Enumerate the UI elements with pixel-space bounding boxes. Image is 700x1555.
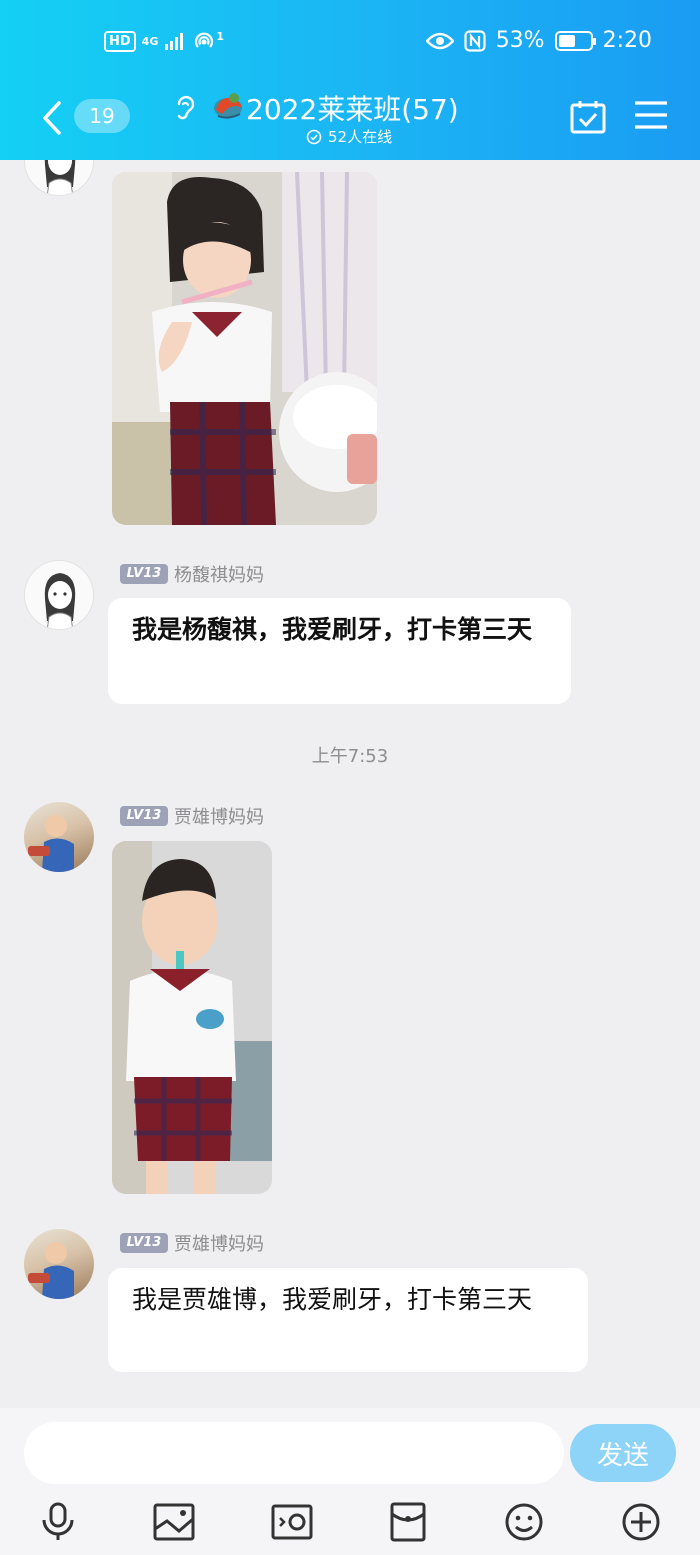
camera-button[interactable] bbox=[270, 1500, 314, 1544]
sender-name[interactable]: 贾雄博妈妈 bbox=[174, 803, 264, 829]
network-type: 4G bbox=[141, 34, 159, 48]
more-button[interactable] bbox=[619, 1500, 663, 1544]
red-packet-button[interactable] bbox=[386, 1500, 430, 1544]
level-badge: LV13 bbox=[120, 806, 168, 826]
microphone-icon bbox=[42, 1502, 74, 1540]
message-input[interactable] bbox=[24, 1422, 564, 1484]
ear-icon[interactable] bbox=[174, 94, 196, 122]
emoji-button[interactable] bbox=[502, 1500, 546, 1544]
online-count: 52人在线 bbox=[328, 128, 393, 146]
nfc-icon bbox=[464, 29, 486, 52]
group-avatar-icon bbox=[214, 93, 242, 119]
battery-level bbox=[558, 34, 575, 47]
sender-name[interactable]: 贾雄博妈妈 bbox=[174, 1230, 264, 1256]
clock: 2:20 bbox=[602, 28, 652, 53]
hotspot-count: 1 bbox=[216, 29, 225, 43]
group-title[interactable]: 2022莱莱班(57) bbox=[246, 88, 459, 128]
status-bar: HD 4G 1 53% 2:20 bbox=[0, 0, 700, 88]
photo-message[interactable] bbox=[112, 172, 377, 525]
calendar-check-icon[interactable] bbox=[570, 100, 606, 134]
status-right: 53% 2:20 bbox=[425, 28, 652, 53]
sender-name[interactable]: 杨馥祺妈妈 bbox=[174, 561, 264, 587]
boy-avatar-icon bbox=[28, 1242, 74, 1299]
menu-icon[interactable] bbox=[634, 100, 668, 130]
eye-icon bbox=[425, 32, 454, 49]
hotspot-icon bbox=[195, 32, 214, 48]
nav-bar: 19 2022莱莱班(57) 52人在线 bbox=[0, 88, 700, 160]
hd-indicator: HD bbox=[104, 30, 136, 52]
chevron-left-icon bbox=[43, 101, 61, 135]
input-bar: 发送 bbox=[0, 1408, 700, 1555]
boy-brushing-teeth-photo bbox=[112, 841, 272, 1194]
voice-button[interactable] bbox=[36, 1500, 80, 1544]
text-message-bubble[interactable]: 我是贾雄博，我爱刷牙，打卡第三天 bbox=[108, 1268, 588, 1372]
message-timestamp: 上午7:53 bbox=[311, 746, 389, 767]
boy-avatar-icon bbox=[28, 815, 74, 872]
text-message-bubble[interactable]: 我是杨馥祺，我爱刷牙，打卡第三天 bbox=[108, 598, 571, 704]
sender-avatar[interactable] bbox=[24, 1229, 94, 1299]
send-button[interactable]: 发送 bbox=[570, 1424, 676, 1482]
signal-icon bbox=[165, 33, 184, 50]
message-text: 我是贾雄博，我爱刷牙，打卡第三天 bbox=[132, 1285, 533, 1314]
message-text: 我是杨馥祺，我爱刷牙，打卡第三天 bbox=[132, 615, 533, 644]
sender-avatar[interactable] bbox=[24, 560, 94, 630]
back-button[interactable] bbox=[32, 98, 72, 138]
sender-avatar[interactable] bbox=[24, 160, 94, 196]
girl-avatar-icon bbox=[44, 573, 76, 629]
unread-count-badge[interactable]: 19 bbox=[74, 99, 130, 133]
check-circle-icon bbox=[306, 129, 322, 144]
plus-icon bbox=[622, 1503, 660, 1541]
image-button[interactable] bbox=[152, 1500, 196, 1544]
image-icon bbox=[153, 1503, 195, 1541]
status-left: HD 4G 1 bbox=[104, 30, 224, 52]
chat-header: HD 4G 1 53% 2:20 19 2022莱莱班(57) 52人在线 bbox=[0, 0, 700, 160]
red-packet-icon bbox=[390, 1502, 426, 1542]
online-status[interactable]: 52人在线 bbox=[306, 126, 392, 147]
sender-info: LV13 贾雄博妈妈 bbox=[120, 803, 264, 829]
level-badge: LV13 bbox=[120, 564, 168, 584]
sender-avatar[interactable] bbox=[24, 802, 94, 872]
chat-messages[interactable]: LV13 杨馥祺妈妈 我是杨馥祺，我爱刷牙，打卡第三天 上午7:53 LV13 … bbox=[0, 160, 700, 1408]
girl-brushing-teeth-photo bbox=[112, 172, 377, 525]
battery-icon bbox=[554, 30, 596, 51]
camera-icon bbox=[271, 1504, 313, 1540]
girl-avatar-icon bbox=[44, 160, 76, 195]
battery-percent: 53% bbox=[495, 28, 545, 53]
sender-info: LV13 杨馥祺妈妈 bbox=[120, 561, 264, 587]
emoji-icon bbox=[505, 1503, 543, 1541]
sender-info: LV13 贾雄博妈妈 bbox=[120, 1230, 264, 1256]
photo-message[interactable] bbox=[112, 841, 272, 1194]
level-badge: LV13 bbox=[120, 1233, 168, 1253]
